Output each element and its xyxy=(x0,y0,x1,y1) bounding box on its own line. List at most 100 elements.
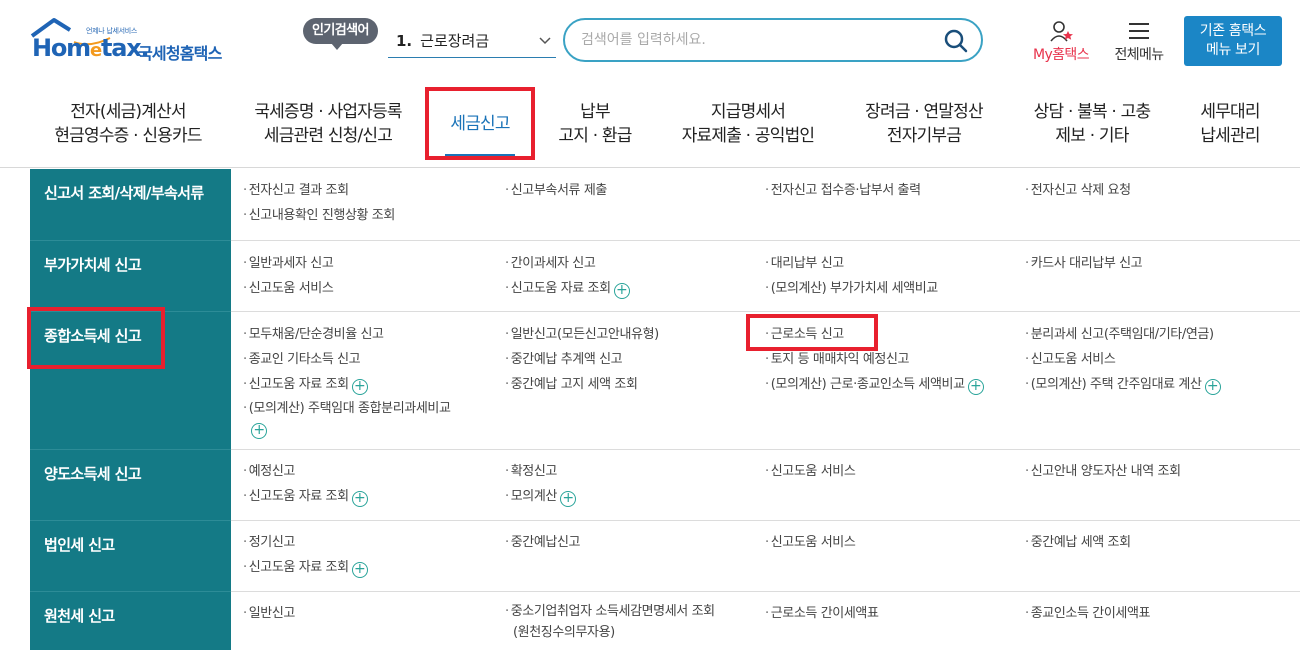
menu-link[interactable]: 토지 등 매매차익 예정신고 xyxy=(765,347,984,372)
menu-column: 전자신고 삭제 요청 xyxy=(1025,178,1131,203)
menu-link[interactable]: 중간예납 고지 세액 조회 xyxy=(505,372,659,397)
menu-link[interactable]: 중간예납 세액 조회 xyxy=(1025,530,1131,555)
menu-link[interactable]: 신고도움 서비스 xyxy=(1025,347,1221,372)
menu-link-label: 신고도움 자료 조회 xyxy=(510,281,611,296)
menu-column: 전자신고 접수증·납부서 출력 xyxy=(765,178,921,203)
menu-link[interactable]: 확정신고 xyxy=(505,459,576,484)
menu-link[interactable]: (모의계산) 주택임대 종합분리과세비교 + xyxy=(243,399,451,439)
menu-link[interactable]: 중간예납신고 xyxy=(505,530,581,555)
gnb-label-line1: 상담 · 불복 · 고충 xyxy=(1033,102,1151,122)
plus-icon[interactable]: + xyxy=(613,283,630,299)
gnb-item-incentive-yearend[interactable]: 장려금 · 연말정산 전자기부금 xyxy=(855,100,993,148)
my-hometax-label-suffix: 홈택스 xyxy=(1052,47,1089,63)
menu-column: 일반과세자 신고 신고도움 서비스 xyxy=(243,251,334,301)
gnb-item-payment[interactable]: 납부 고지 · 환급 xyxy=(545,100,645,148)
gnb-item-certificates[interactable]: 국세증명 · 사업자등록 세금관련 신청/신고 xyxy=(245,100,411,148)
gnb-label-line2: 납세관리 xyxy=(1200,126,1260,146)
menu-column: 예정신고 신고도움 자료 조회+ xyxy=(243,459,368,509)
menu-section-capital-gains: 양도소득세 신고 예정신고 신고도움 자료 조회+ 확정신고 모의계산+ 신고도… xyxy=(30,450,1300,521)
menu-link[interactable]: 대리납부 신고 xyxy=(765,251,938,276)
my-hometax-label-prefix: My xyxy=(1032,47,1053,63)
menu-link[interactable]: 카드사 대리납부 신고 xyxy=(1025,251,1143,276)
menu-link[interactable]: 전자신고 삭제 요청 xyxy=(1025,178,1131,203)
menu-link[interactable]: 신고내용확인 진행상황 조회 xyxy=(243,203,396,228)
menu-link-earned-income-filing[interactable]: 근로소득 신고 xyxy=(765,322,984,347)
plus-icon[interactable]: + xyxy=(251,423,267,439)
all-menu-label: 전체메뉴 xyxy=(1114,47,1164,63)
plus-icon[interactable]: + xyxy=(351,562,368,578)
menu-column: 중간예납 세액 조회 xyxy=(1025,530,1131,555)
plus-icon[interactable]: + xyxy=(1204,379,1221,395)
menu-column: 확정신고 모의계산+ xyxy=(505,459,576,509)
popular-search-badge: 인기검색어 xyxy=(303,18,378,50)
logo-wordmark: Hometax. xyxy=(32,34,150,62)
gnb-item-e-invoice[interactable]: 전자(세금)계산서 현금영수증 · 신용카드 xyxy=(48,100,208,148)
plus-icon[interactable]: + xyxy=(351,491,368,507)
menu-link[interactable]: 신고도움 자료 조회+ xyxy=(243,484,368,509)
popular-search-dropdown[interactable]: 1. 근로장려금 xyxy=(388,24,556,58)
menu-link[interactable]: 신고도움 자료 조회+ xyxy=(243,372,451,397)
logo-korean-name: 국세청홈택스 xyxy=(138,44,222,63)
hometax-logo[interactable]: 언제나 납세서비스 Hometax. 국세청홈택스 xyxy=(30,16,245,68)
old-home-line2: 메뉴 보기 xyxy=(1206,42,1260,58)
my-hometax-button[interactable]: My홈택스 xyxy=(1026,20,1096,68)
menu-link[interactable]: (모의계산) 주택 간주임대료 계산+ xyxy=(1025,372,1221,397)
menu-link[interactable]: 신고도움 자료 조회+ xyxy=(505,276,630,301)
section-title: 부가가치세 신고 xyxy=(44,256,142,274)
gnb-label-line1: 납부 xyxy=(580,102,610,122)
menu-link[interactable]: 예정신고 xyxy=(243,459,368,484)
menu-link[interactable]: 일반신고 xyxy=(243,601,296,626)
search-icon[interactable] xyxy=(943,28,969,54)
menu-column: 분리과세 신고(주택임대/기타/연금) 신고도움 서비스 (모의계산) 주택 간… xyxy=(1025,322,1221,397)
menu-link[interactable]: 신고도움 자료 조회+ xyxy=(243,555,368,580)
site-header: 언제나 납세서비스 Hometax. 국세청홈택스 인기검색어 1. 근로장려금 … xyxy=(0,0,1300,82)
menu-link[interactable]: 일반과세자 신고 xyxy=(243,251,334,276)
gnb-item-tax-agent[interactable]: 세무대리 납세관리 xyxy=(1190,100,1270,148)
plus-icon[interactable]: + xyxy=(351,379,368,395)
menu-column: 근로소득 신고 토지 등 매매차익 예정신고 (모의계산) 근로·종교인소득 세… xyxy=(765,322,984,397)
menu-link[interactable]: (모의계산) 부가가치세 세액비교 xyxy=(765,276,938,301)
menu-link[interactable]: 근로소득 간이세액표 xyxy=(765,601,879,626)
search-input[interactable] xyxy=(581,28,941,52)
menu-link[interactable]: 종교인 기타소득 신고 xyxy=(243,347,451,372)
menu-link[interactable]: 정기신고 xyxy=(243,530,368,555)
old-hometax-menu-button[interactable]: 기존 홈택스 메뉴 보기 xyxy=(1184,16,1282,66)
gnb-item-consulting[interactable]: 상담 · 불복 · 고충 제보 · 기타 xyxy=(1022,100,1162,148)
section-title: 법인세 신고 xyxy=(44,536,115,554)
menu-column: 간이과세자 신고 신고도움 자료 조회+ xyxy=(505,251,630,301)
menu-link[interactable]: 일반신고(모든신고안내유형) xyxy=(505,322,659,347)
menu-link[interactable]: 모두채움/단순경비율 신고 xyxy=(243,322,451,347)
all-menu-button[interactable]: 전체메뉴 xyxy=(1108,20,1170,68)
menu-link[interactable]: 모의계산+ xyxy=(505,484,576,509)
menu-link[interactable]: 분리과세 신고(주택임대/기타/연금) xyxy=(1025,322,1221,347)
menu-link[interactable]: 신고부속서류 제출 xyxy=(505,178,608,203)
menu-column: 중소기업취업자 소득세감면명세서 조회 (원천징수의무자용) xyxy=(505,601,715,643)
menu-link[interactable]: 신고도움 서비스 xyxy=(243,276,334,301)
section-header: 법인세 신고 xyxy=(30,521,231,592)
menu-column: 신고안내 양도자산 내역 조회 xyxy=(1025,459,1181,484)
menu-link[interactable]: 전자신고 접수증·납부서 출력 xyxy=(765,178,921,203)
menu-link[interactable]: 신고도움 서비스 xyxy=(765,530,856,555)
menu-link[interactable]: 신고안내 양도자산 내역 조회 xyxy=(1025,459,1181,484)
section-header: 원천세 신고 xyxy=(30,592,231,650)
popular-term: 근로장려금 xyxy=(420,32,490,50)
section-title: 원천세 신고 xyxy=(44,607,115,625)
menu-link[interactable]: (모의계산) 근로·종교인소득 세액비교+ xyxy=(765,372,984,397)
gnb-label-line1: 세금신고 xyxy=(450,114,510,134)
menu-column: 근로소득 간이세액표 xyxy=(765,601,879,626)
plus-icon[interactable]: + xyxy=(559,491,576,507)
plus-icon[interactable]: + xyxy=(967,379,984,395)
menu-link-label: 신고도움 자료 조회 xyxy=(248,489,349,504)
menu-link[interactable]: 신고도움 서비스 xyxy=(765,459,856,484)
gnb-item-payment-statement[interactable]: 지급명세서 자료제출 · 공익법인 xyxy=(673,100,823,148)
section-title: 종합소득세 신고 xyxy=(44,327,142,345)
menu-link[interactable]: 종교인소득 간이세액표 xyxy=(1025,601,1151,626)
menu-link[interactable]: 중간예납 추계액 신고 xyxy=(505,347,659,372)
section-title: 양도소득세 신고 xyxy=(44,465,142,483)
menu-link[interactable]: 중소기업취업자 소득세감면명세서 조회 xyxy=(505,601,715,622)
menu-link[interactable]: 간이과세자 신고 xyxy=(505,251,630,276)
search-bar xyxy=(563,18,983,62)
gnb-item-tax-filing[interactable]: 세금신고 xyxy=(435,112,525,136)
menu-link[interactable]: 전자신고 결과 조회 xyxy=(243,178,395,203)
section-header: 종합소득세 신고 xyxy=(30,312,231,450)
